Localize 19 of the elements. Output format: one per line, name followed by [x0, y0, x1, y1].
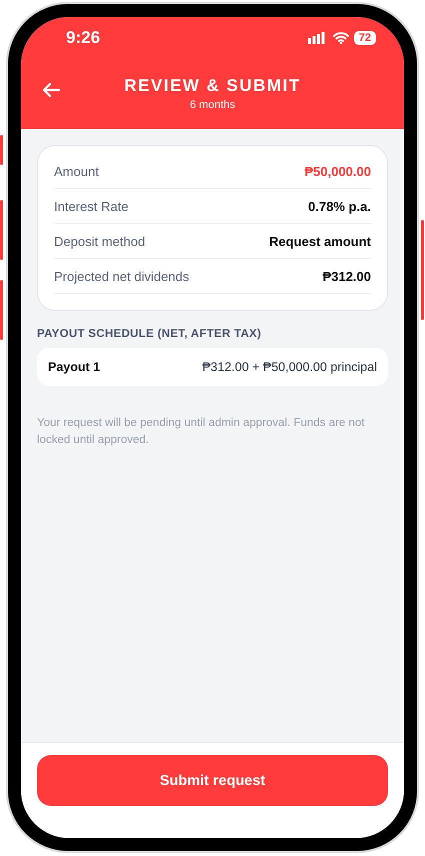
section-heading: PAYOUT SCHEDULE (NET, AFTER TAX)	[37, 328, 262, 340]
status-time: 9:26	[66, 28, 100, 48]
back-arrow-icon[interactable]	[41, 82, 61, 98]
row-label: Amount	[54, 164, 99, 178]
payout-label: Payout 1	[48, 360, 100, 374]
row-label: Interest Rate	[54, 198, 128, 214]
row-value: ₱50,000.00	[304, 164, 371, 178]
screen-subtitle: 6 months	[190, 99, 236, 111]
row-value: 0.78% p.a.	[308, 198, 371, 214]
row-label: Projected net dividends	[54, 268, 190, 284]
submit-button[interactable]: Submit request	[37, 755, 388, 806]
battery-level: 72	[354, 31, 376, 45]
row-label: Deposit method	[54, 234, 146, 248]
screen-title: REVIEW & SUBMIT	[124, 76, 301, 96]
row-value: ₱312.00	[322, 268, 371, 284]
info-note: Your request will be pending until admin approval. Funds are not locked until approved.	[37, 416, 366, 448]
wifi-icon	[332, 32, 349, 44]
payout-amount: ₱312.00 + ₱50,000.00 principal	[202, 360, 377, 374]
row-value: Request amount	[269, 234, 371, 248]
